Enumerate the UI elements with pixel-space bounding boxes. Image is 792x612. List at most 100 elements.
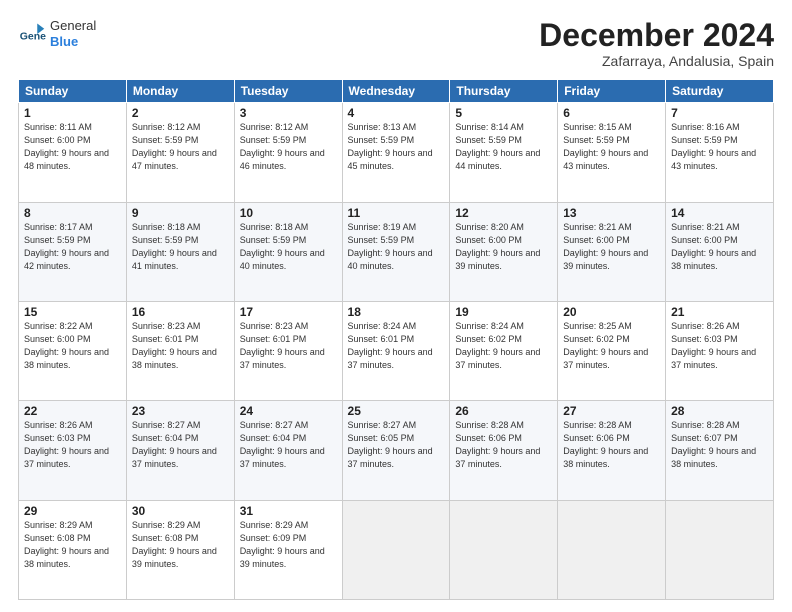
day-info: Sunrise: 8:25 AMSunset: 6:02 PMDaylight:…	[563, 321, 648, 370]
calendar-day-cell: 22 Sunrise: 8:26 AMSunset: 6:03 PMDaylig…	[19, 401, 127, 500]
day-info: Sunrise: 8:24 AMSunset: 6:01 PMDaylight:…	[348, 321, 433, 370]
logo: General General Blue	[18, 18, 96, 49]
calendar-table: Sunday Monday Tuesday Wednesday Thursday…	[18, 79, 774, 600]
day-number: 17	[240, 305, 337, 319]
calendar-day-cell: 29 Sunrise: 8:29 AMSunset: 6:08 PMDaylig…	[19, 500, 127, 599]
day-number: 26	[455, 404, 552, 418]
col-sunday: Sunday	[19, 80, 127, 103]
calendar-day-cell: 7 Sunrise: 8:16 AMSunset: 5:59 PMDayligh…	[666, 103, 774, 202]
calendar-day-cell: 13 Sunrise: 8:21 AMSunset: 6:00 PMDaylig…	[558, 202, 666, 301]
svg-text:General: General	[20, 30, 46, 42]
day-number: 27	[563, 404, 660, 418]
day-info: Sunrise: 8:29 AMSunset: 6:08 PMDaylight:…	[132, 520, 217, 569]
day-number: 9	[132, 206, 229, 220]
day-info: Sunrise: 8:29 AMSunset: 6:08 PMDaylight:…	[24, 520, 109, 569]
day-number: 28	[671, 404, 768, 418]
day-info: Sunrise: 8:26 AMSunset: 6:03 PMDaylight:…	[24, 420, 109, 469]
empty-day-cell	[558, 500, 666, 599]
col-tuesday: Tuesday	[234, 80, 342, 103]
calendar-week-row: 22 Sunrise: 8:26 AMSunset: 6:03 PMDaylig…	[19, 401, 774, 500]
day-number: 8	[24, 206, 121, 220]
day-info: Sunrise: 8:13 AMSunset: 5:59 PMDaylight:…	[348, 122, 433, 171]
day-number: 4	[348, 106, 445, 120]
day-info: Sunrise: 8:20 AMSunset: 6:00 PMDaylight:…	[455, 222, 540, 271]
calendar-week-row: 29 Sunrise: 8:29 AMSunset: 6:08 PMDaylig…	[19, 500, 774, 599]
calendar-page: General General Blue December 2024 Zafar…	[0, 0, 792, 612]
calendar-day-cell: 8 Sunrise: 8:17 AMSunset: 5:59 PMDayligh…	[19, 202, 127, 301]
day-number: 7	[671, 106, 768, 120]
calendar-day-cell: 10 Sunrise: 8:18 AMSunset: 5:59 PMDaylig…	[234, 202, 342, 301]
calendar-day-cell: 16 Sunrise: 8:23 AMSunset: 6:01 PMDaylig…	[126, 301, 234, 400]
calendar-day-cell: 12 Sunrise: 8:20 AMSunset: 6:00 PMDaylig…	[450, 202, 558, 301]
title-block: December 2024 Zafarraya, Andalusia, Spai…	[539, 18, 774, 69]
day-info: Sunrise: 8:19 AMSunset: 5:59 PMDaylight:…	[348, 222, 433, 271]
calendar-day-cell: 2 Sunrise: 8:12 AMSunset: 5:59 PMDayligh…	[126, 103, 234, 202]
day-info: Sunrise: 8:12 AMSunset: 5:59 PMDaylight:…	[132, 122, 217, 171]
calendar-day-cell: 30 Sunrise: 8:29 AMSunset: 6:08 PMDaylig…	[126, 500, 234, 599]
day-number: 20	[563, 305, 660, 319]
day-info: Sunrise: 8:16 AMSunset: 5:59 PMDaylight:…	[671, 122, 756, 171]
day-info: Sunrise: 8:22 AMSunset: 6:00 PMDaylight:…	[24, 321, 109, 370]
day-number: 25	[348, 404, 445, 418]
calendar-day-cell: 20 Sunrise: 8:25 AMSunset: 6:02 PMDaylig…	[558, 301, 666, 400]
day-info: Sunrise: 8:21 AMSunset: 6:00 PMDaylight:…	[563, 222, 648, 271]
calendar-day-cell: 24 Sunrise: 8:27 AMSunset: 6:04 PMDaylig…	[234, 401, 342, 500]
calendar-day-cell: 5 Sunrise: 8:14 AMSunset: 5:59 PMDayligh…	[450, 103, 558, 202]
day-number: 23	[132, 404, 229, 418]
location-subtitle: Zafarraya, Andalusia, Spain	[539, 53, 774, 69]
day-info: Sunrise: 8:28 AMSunset: 6:06 PMDaylight:…	[455, 420, 540, 469]
logo-icon: General	[18, 20, 46, 48]
day-number: 11	[348, 206, 445, 220]
day-info: Sunrise: 8:28 AMSunset: 6:06 PMDaylight:…	[563, 420, 648, 469]
calendar-day-cell: 19 Sunrise: 8:24 AMSunset: 6:02 PMDaylig…	[450, 301, 558, 400]
calendar-week-row: 1 Sunrise: 8:11 AMSunset: 6:00 PMDayligh…	[19, 103, 774, 202]
logo-text: General Blue	[50, 18, 96, 49]
day-info: Sunrise: 8:27 AMSunset: 6:04 PMDaylight:…	[132, 420, 217, 469]
calendar-day-cell: 3 Sunrise: 8:12 AMSunset: 5:59 PMDayligh…	[234, 103, 342, 202]
logo-line1: General	[50, 18, 96, 34]
day-info: Sunrise: 8:24 AMSunset: 6:02 PMDaylight:…	[455, 321, 540, 370]
day-number: 24	[240, 404, 337, 418]
day-info: Sunrise: 8:27 AMSunset: 6:04 PMDaylight:…	[240, 420, 325, 469]
day-number: 2	[132, 106, 229, 120]
day-info: Sunrise: 8:17 AMSunset: 5:59 PMDaylight:…	[24, 222, 109, 271]
calendar-week-row: 8 Sunrise: 8:17 AMSunset: 5:59 PMDayligh…	[19, 202, 774, 301]
month-title: December 2024	[539, 18, 774, 53]
day-number: 21	[671, 305, 768, 319]
logo-line2: Blue	[50, 34, 96, 50]
calendar-day-cell: 1 Sunrise: 8:11 AMSunset: 6:00 PMDayligh…	[19, 103, 127, 202]
day-info: Sunrise: 8:27 AMSunset: 6:05 PMDaylight:…	[348, 420, 433, 469]
day-info: Sunrise: 8:23 AMSunset: 6:01 PMDaylight:…	[240, 321, 325, 370]
calendar-header-row: Sunday Monday Tuesday Wednesday Thursday…	[19, 80, 774, 103]
empty-day-cell	[450, 500, 558, 599]
calendar-day-cell: 11 Sunrise: 8:19 AMSunset: 5:59 PMDaylig…	[342, 202, 450, 301]
calendar-day-cell: 6 Sunrise: 8:15 AMSunset: 5:59 PMDayligh…	[558, 103, 666, 202]
day-number: 22	[24, 404, 121, 418]
calendar-week-row: 15 Sunrise: 8:22 AMSunset: 6:00 PMDaylig…	[19, 301, 774, 400]
day-number: 18	[348, 305, 445, 319]
calendar-day-cell: 14 Sunrise: 8:21 AMSunset: 6:00 PMDaylig…	[666, 202, 774, 301]
day-info: Sunrise: 8:23 AMSunset: 6:01 PMDaylight:…	[132, 321, 217, 370]
day-number: 3	[240, 106, 337, 120]
day-info: Sunrise: 8:29 AMSunset: 6:09 PMDaylight:…	[240, 520, 325, 569]
calendar-day-cell: 18 Sunrise: 8:24 AMSunset: 6:01 PMDaylig…	[342, 301, 450, 400]
day-info: Sunrise: 8:18 AMSunset: 5:59 PMDaylight:…	[240, 222, 325, 271]
day-number: 5	[455, 106, 552, 120]
calendar-day-cell: 21 Sunrise: 8:26 AMSunset: 6:03 PMDaylig…	[666, 301, 774, 400]
col-monday: Monday	[126, 80, 234, 103]
calendar-day-cell: 15 Sunrise: 8:22 AMSunset: 6:00 PMDaylig…	[19, 301, 127, 400]
day-info: Sunrise: 8:21 AMSunset: 6:00 PMDaylight:…	[671, 222, 756, 271]
day-number: 16	[132, 305, 229, 319]
day-number: 30	[132, 504, 229, 518]
day-number: 29	[24, 504, 121, 518]
day-number: 15	[24, 305, 121, 319]
calendar-day-cell: 23 Sunrise: 8:27 AMSunset: 6:04 PMDaylig…	[126, 401, 234, 500]
day-info: Sunrise: 8:14 AMSunset: 5:59 PMDaylight:…	[455, 122, 540, 171]
col-thursday: Thursday	[450, 80, 558, 103]
calendar-day-cell: 28 Sunrise: 8:28 AMSunset: 6:07 PMDaylig…	[666, 401, 774, 500]
day-number: 14	[671, 206, 768, 220]
page-header: General General Blue December 2024 Zafar…	[18, 18, 774, 69]
day-number: 31	[240, 504, 337, 518]
calendar-day-cell: 27 Sunrise: 8:28 AMSunset: 6:06 PMDaylig…	[558, 401, 666, 500]
day-number: 1	[24, 106, 121, 120]
